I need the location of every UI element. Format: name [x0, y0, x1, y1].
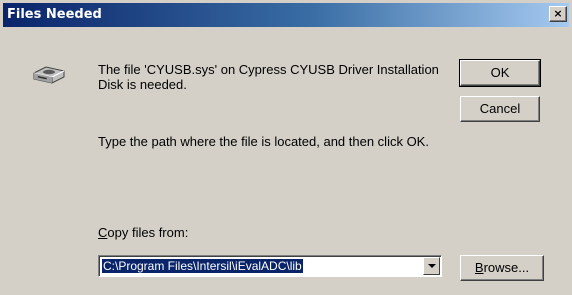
- close-button[interactable]: ×: [549, 6, 567, 22]
- title-bar[interactable]: Files Needed ×: [3, 3, 569, 27]
- cancel-button[interactable]: Cancel: [460, 96, 540, 122]
- ok-button[interactable]: OK: [459, 59, 541, 87]
- browse-accelerator: B: [474, 260, 484, 275]
- close-icon: ×: [553, 7, 563, 20]
- message-type-path: Type the path where the file is located,…: [98, 134, 429, 149]
- message-file-needed: The file 'CYUSB.sys' on Cypress CYUSB Dr…: [98, 62, 439, 92]
- browse-button[interactable]: Browse...: [460, 255, 544, 281]
- copy-path-value[interactable]: C:\Program Files\Intersil\iEvalADC\lib: [102, 259, 303, 273]
- copy-label-text: opy files from:: [107, 225, 189, 240]
- copy-files-from-label: Copy files from:: [98, 225, 188, 240]
- disk-drive-icon: [33, 66, 65, 84]
- dialog-title: Files Needed: [7, 7, 102, 22]
- browse-label: rowse...: [483, 260, 530, 275]
- copy-files-from-combobox[interactable]: C:\Program Files\Intersil\iEvalADC\lib: [98, 255, 442, 277]
- chevron-down-icon[interactable]: [423, 257, 440, 275]
- files-needed-dialog: Files Needed × The file 'CYUSB.sys' on C…: [0, 0, 572, 295]
- copy-label-accelerator: C: [98, 225, 108, 240]
